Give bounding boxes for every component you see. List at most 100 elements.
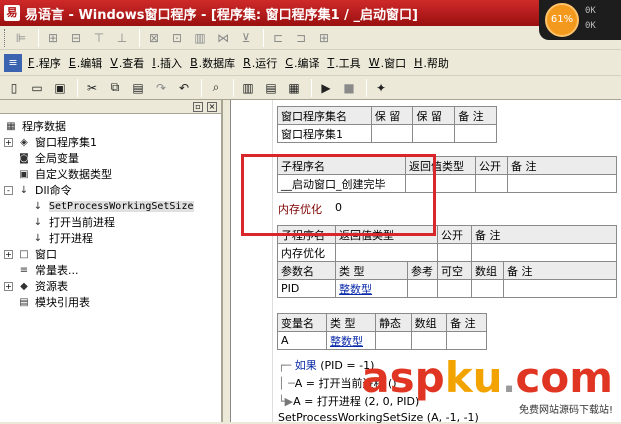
- compile-icon[interactable]: ✦: [371, 79, 391, 97]
- var-name-cell[interactable]: A: [276, 331, 328, 350]
- center-v-icon[interactable]: ⊐: [291, 29, 311, 47]
- code-line-call[interactable]: SetProcessWorkingSetSize (A, -1, -1): [278, 411, 479, 424]
- v-spacing-icon[interactable]: ⊻: [236, 29, 256, 47]
- tree-panel-header: ▫ ×: [0, 100, 221, 114]
- redo-icon[interactable]: ↷: [151, 79, 171, 97]
- title-bar: 易 易语言 - Windows窗口程序 - [程序集: 窗口程序集1 / _启动…: [0, 0, 621, 26]
- tree-item[interactable]: ▣ 自定义数据类型: [4, 166, 221, 182]
- menu-compile[interactable]: C .编译: [285, 55, 319, 71]
- h-spacing-icon[interactable]: ⋈: [213, 29, 233, 47]
- tree-root[interactable]: ▦ 程序数据: [4, 118, 221, 134]
- layout3-icon[interactable]: ▦: [284, 79, 304, 97]
- window-title: 易语言 - Windows窗口程序 - [程序集: 窗口程序集1 / _启动窗口…: [25, 7, 418, 23]
- net-down-speed: 0K: [585, 21, 596, 31]
- cpu-monitor-widget[interactable]: 61% 0K 0K: [539, 0, 621, 40]
- param-name-cell[interactable]: PID: [277, 279, 336, 298]
- align-bottom-icon[interactable]: ⊥: [112, 29, 132, 47]
- constant-icon: ≡: [19, 264, 29, 276]
- run-icon[interactable]: ▶: [316, 79, 336, 97]
- tree-item[interactable]: ↓ 打开进程: [4, 230, 221, 246]
- menu-database[interactable]: B .数据库: [190, 55, 235, 71]
- sub-name-cell[interactable]: 内存优化: [277, 243, 336, 262]
- align-center-icon[interactable]: ⊞: [43, 29, 63, 47]
- stop-icon[interactable]: ■: [339, 79, 359, 97]
- code-line-assign-1[interactable]: │ ─A = 打开当前进程 (): [278, 375, 397, 391]
- tree-item-label: 打开当前进程: [49, 216, 115, 229]
- menu-insert[interactable]: I .插入: [152, 55, 182, 71]
- align-left-icon[interactable]: ⊫: [11, 29, 31, 47]
- tree-item[interactable]: + ◆ 资源表: [4, 278, 221, 294]
- code-editor[interactable]: 窗口程序集名 保 留 保 留 备 注 窗口程序集1 子程序名 返回值类型 公开 …: [230, 100, 621, 424]
- menu-window[interactable]: W .窗口: [369, 55, 406, 71]
- cut-icon[interactable]: ✂: [82, 79, 102, 97]
- menu-help[interactable]: H .帮助: [414, 55, 449, 71]
- expand-toggle-icon[interactable]: +: [4, 249, 13, 259]
- panel-close-icon[interactable]: ×: [207, 101, 217, 112]
- code-line-assign-2[interactable]: └▶A = 打开进程 (2, 0, PID): [278, 393, 419, 409]
- dll-cmd-icon: ↓: [33, 216, 43, 228]
- align-right-icon[interactable]: ⊟: [66, 29, 86, 47]
- project-tree-panel: ▫ × ▦ 程序数据 + ◈ 窗口程序集1 ◙ 全局变量 ▣ 自定义数据类型 - ↓ Dll命令 ↓…: [0, 100, 223, 422]
- paste-icon[interactable]: ▤: [128, 79, 148, 97]
- tree-item[interactable]: ◙ 全局变量: [4, 150, 221, 166]
- tree-item[interactable]: ↓ SetProcessWorkingSetSize: [4, 198, 221, 214]
- menu-tools[interactable]: T .工具: [327, 55, 360, 71]
- project-tree: ▦ 程序数据 + ◈ 窗口程序集1 ◙ 全局变量 ▣ 自定义数据类型 - ↓ Dll命令 ↓ SetP…: [0, 114, 221, 310]
- layout1-icon[interactable]: ▥: [238, 79, 258, 97]
- tree-item[interactable]: - ↓ Dll命令: [4, 182, 221, 198]
- panel-pin-icon[interactable]: ▫: [193, 101, 203, 112]
- same-height-icon[interactable]: ⊡: [167, 29, 187, 47]
- resource-icon: ◆: [20, 280, 28, 292]
- tree-item-label: 打开进程: [49, 232, 93, 245]
- align-toolbar: ⊫ ⊞ ⊟ ⊤ ⊥ ⊠ ⊡ ▥ ⋈ ⊻ ⊏ ⊐ ⊞: [0, 26, 621, 50]
- tree-item-label: 全局变量: [35, 152, 79, 165]
- assembly-name-cell[interactable]: 窗口程序集1: [277, 124, 372, 143]
- grid-icon[interactable]: ⊞: [314, 29, 334, 47]
- assembly-icon: ◈: [20, 136, 28, 148]
- menu-view[interactable]: V .查看: [110, 55, 144, 71]
- tree-item-label: 模块引用表: [35, 296, 90, 309]
- menu-bar: ≡ F .程序 E .编辑 V .查看 I .插入 B .数据库 R .运行 C .编译 T.…: [0, 50, 621, 76]
- dll-cmd-icon: ↓: [33, 200, 43, 212]
- align-top-icon[interactable]: ⊤: [89, 29, 109, 47]
- param-type-cell[interactable]: 整数型: [335, 279, 408, 298]
- toolbar-grip[interactable]: [4, 28, 7, 47]
- expand-toggle-icon[interactable]: -: [4, 185, 13, 195]
- highlight-box: [241, 154, 436, 236]
- tree-item-label: 自定义数据类型: [35, 168, 112, 181]
- code-line-if[interactable]: ┌─ 如果 (PID = -1): [278, 357, 374, 373]
- datatype-icon: ▣: [19, 168, 29, 180]
- save-icon[interactable]: ▣: [50, 79, 70, 97]
- menu-program[interactable]: F .程序: [28, 55, 61, 71]
- center-h-icon[interactable]: ⊏: [268, 29, 288, 47]
- same-size-icon[interactable]: ▥: [190, 29, 210, 47]
- layout2-icon[interactable]: ▤: [261, 79, 281, 97]
- open-folder-icon[interactable]: ▭: [27, 79, 47, 97]
- expand-toggle-icon[interactable]: +: [4, 281, 13, 291]
- copy-icon[interactable]: ⧉: [105, 79, 125, 97]
- tree-item[interactable]: ≡ 常量表...: [4, 262, 221, 278]
- var-type-cell[interactable]: 整数型: [326, 331, 377, 350]
- tree-item[interactable]: + ◈ 窗口程序集1: [4, 134, 221, 150]
- standard-toolbar: ▯ ▭ ▣ ✂ ⧉ ▤ ↷ ↶ ⌕ ▥ ▤ ▦ ▶ ■ ✦: [0, 76, 621, 100]
- find-icon[interactable]: ⌕: [206, 79, 226, 97]
- tree-item[interactable]: ▤ 模块引用表: [4, 294, 221, 310]
- tree-item-label: 窗口: [35, 248, 57, 261]
- tree-item-label: 窗口程序集1: [35, 136, 97, 149]
- tree-item[interactable]: ↓ 打开当前进程: [4, 214, 221, 230]
- global-var-icon: ◙: [19, 152, 29, 164]
- tree-item-label: Dll命令: [35, 184, 72, 197]
- tree-items: + ◈ 窗口程序集1 ◙ 全局变量 ▣ 自定义数据类型 - ↓ Dll命令 ↓ SetProcessW…: [4, 134, 221, 310]
- menu-edit[interactable]: E .编辑: [69, 55, 102, 71]
- new-file-icon[interactable]: ▯: [4, 79, 24, 97]
- program-data-icon: ▦: [6, 120, 16, 132]
- undo-icon[interactable]: ↶: [174, 79, 194, 97]
- same-width-icon[interactable]: ⊠: [144, 29, 164, 47]
- dll-icon: ↓: [19, 184, 29, 196]
- window-icon: □: [19, 248, 29, 260]
- menu-logo-icon: ≡: [4, 53, 22, 72]
- tree-item[interactable]: + □ 窗口: [4, 246, 221, 262]
- menu-run[interactable]: R .运行: [243, 55, 277, 71]
- tree-item-label: 资源表: [35, 280, 68, 293]
- expand-toggle-icon[interactable]: +: [4, 137, 13, 147]
